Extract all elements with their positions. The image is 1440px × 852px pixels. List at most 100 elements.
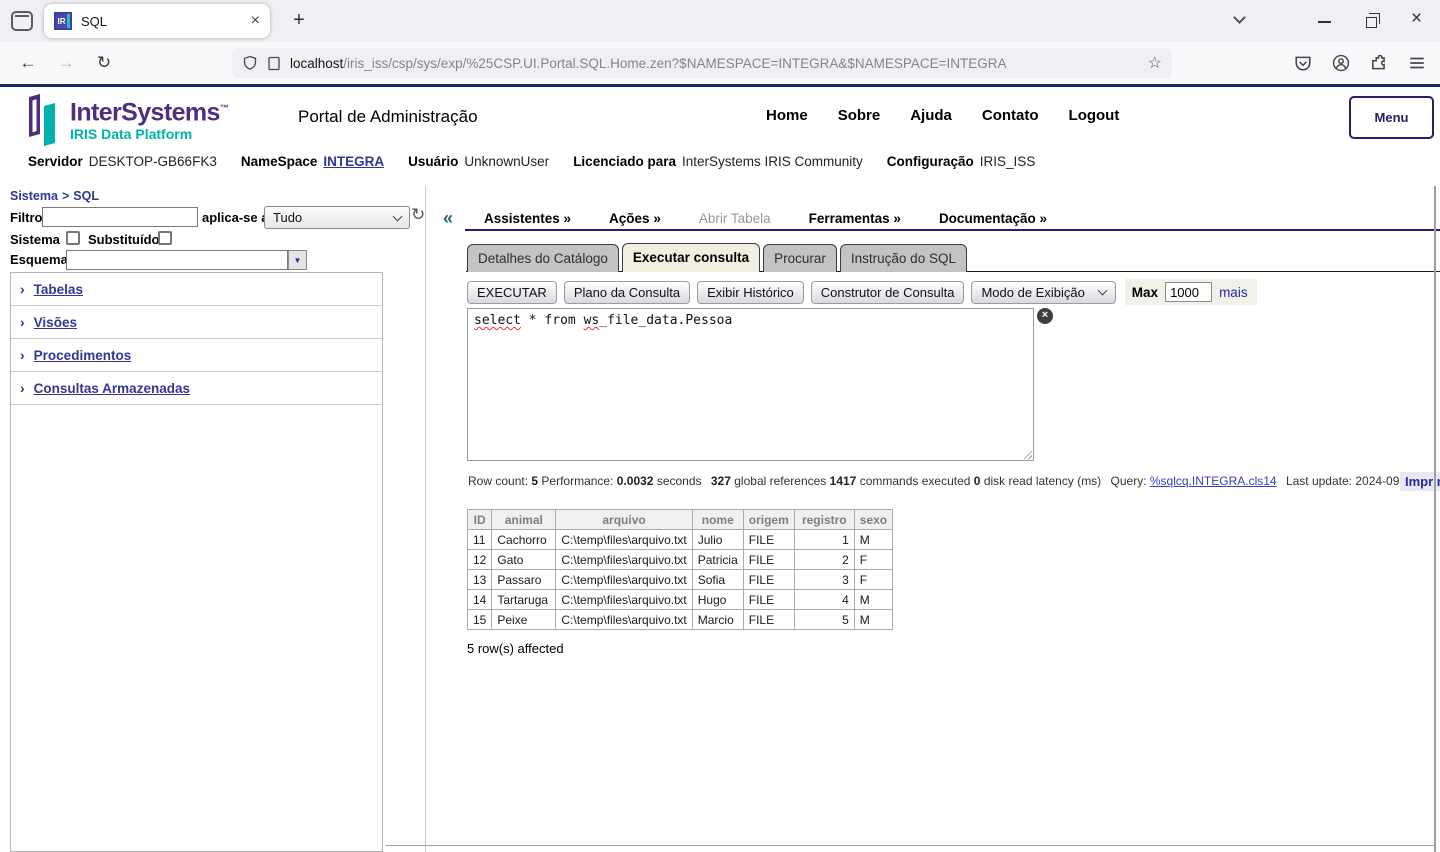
url-text: localhost/iris_iss/csp/sys/exp/%25CSP.UI… (290, 56, 1007, 71)
shield-icon[interactable] (242, 55, 258, 71)
browser-toolbar: ← → ↻ localhost/iris_iss/csp/sys/exp/%25… (0, 42, 1440, 84)
bookmark-star-icon[interactable]: ☆ (1148, 53, 1162, 73)
menu-a-es[interactable]: Ações » (609, 211, 661, 226)
pane-right-border (1434, 186, 1436, 852)
table-cell: C:\temp\files\arquivo.txt (556, 570, 692, 590)
esquema-label: Esquema (10, 252, 68, 267)
clear-query-icon[interactable]: × (1037, 308, 1053, 324)
info-label: NameSpace (241, 154, 318, 169)
nav-link-contato[interactable]: Contato (982, 107, 1039, 124)
results-header-row: IDanimalarquivonomeorigemregistrosexo (468, 510, 893, 530)
filter-input[interactable] (42, 207, 198, 227)
menu-ferramentas[interactable]: Ferramentas » (809, 211, 901, 226)
more-link[interactable]: mais (1219, 285, 1248, 300)
firefox-view-icon[interactable] (11, 11, 33, 31)
nav-link-logout[interactable]: Logout (1069, 107, 1120, 124)
esquema-input[interactable] (66, 250, 288, 270)
info-usu-rio: UsuárioUnknownUser (408, 153, 549, 171)
tab-procurar[interactable]: Procurar (763, 244, 837, 272)
menu-assistentes[interactable]: Assistentes » (484, 211, 571, 226)
table-cell: 1 (794, 530, 854, 550)
col-header-sexo: sexo (854, 510, 892, 530)
nav-link-sobre[interactable]: Sobre (838, 107, 881, 124)
window-close-button[interactable]: × (1411, 8, 1422, 30)
info-value[interactable]: INTEGRA (323, 154, 384, 169)
forward-button-icon: → (52, 49, 80, 77)
account-icon[interactable] (1332, 54, 1350, 72)
query-class-link[interactable]: %sqlcq.INTEGRA.cls14 (1150, 474, 1277, 488)
pocket-icon[interactable] (1294, 54, 1312, 72)
tab-detalhes-do-cat-logo[interactable]: Detalhes do Catálogo (467, 244, 619, 272)
sidebar-item-label[interactable]: Tabelas (34, 282, 83, 297)
sidebar-item-label[interactable]: Procedimentos (34, 348, 132, 363)
max-rows-input[interactable] (1165, 282, 1212, 302)
site-favicon-icon: IR (54, 12, 72, 30)
menu-button[interactable]: Menu (1349, 96, 1434, 139)
reload-button-icon[interactable]: ↻ (90, 49, 118, 77)
table-row: 12GatoC:\temp\files\arquivo.txtPatriciaF… (468, 550, 893, 570)
back-button-icon[interactable]: ← (14, 49, 42, 77)
window-restore-button[interactable] (1366, 17, 1377, 28)
extensions-puzzle-icon[interactable] (1370, 54, 1388, 72)
window-minimize-button[interactable] (1318, 21, 1331, 23)
display-mode-select[interactable]: Modo de Exibição (971, 281, 1115, 304)
menu-documenta-o[interactable]: Documentação » (939, 211, 1047, 226)
table-cell: FILE (743, 550, 794, 570)
stat-label: Performance: (541, 474, 613, 488)
breadcrumb-parent-link[interactable]: Sistema (10, 189, 58, 203)
construtor-de-consulta-button[interactable]: Construtor de Consulta (811, 281, 965, 304)
max-rows-group: Max mais (1125, 279, 1257, 305)
tab-executar-consulta[interactable]: Executar consulta (622, 243, 760, 272)
sidebar-item-procedimentos[interactable]: ›Procedimentos (11, 339, 382, 372)
brand-name: InterSystems (70, 98, 220, 126)
stat-value: 327 (711, 474, 731, 488)
tab-instru-o-do-sql[interactable]: Instrução do SQL (840, 244, 967, 272)
browser-tab[interactable]: IR SQL × (44, 4, 270, 38)
substituido-checkbox[interactable] (158, 231, 172, 245)
exibir-hist-rico-button[interactable]: Exibir Histórico (697, 281, 804, 304)
query-fragment: ws (584, 313, 600, 328)
sidebar-item-label[interactable]: Visões (34, 315, 77, 330)
server-info-bar: ServidorDESKTOP-GB66FK3NameSpaceINTEGRAU… (28, 153, 1035, 171)
new-tab-button[interactable]: + (285, 7, 313, 35)
esquema-dropdown-button[interactable]: ▼ (288, 250, 307, 270)
tab-close-icon[interactable]: × (251, 12, 260, 30)
table-cell: Hugo (692, 590, 743, 610)
sistema-checkbox[interactable] (66, 231, 80, 245)
table-cell: C:\temp\files\arquivo.txt (556, 550, 692, 570)
table-row: 13PassaroC:\temp\files\arquivo.txtSofiaF… (468, 570, 893, 590)
page-info-icon[interactable] (267, 56, 281, 71)
rows-affected-text: 5 row(s) affected (467, 641, 564, 656)
stat-label: seconds (657, 474, 702, 488)
chevron-right-icon: › (20, 380, 25, 396)
refresh-icon[interactable]: ↻ (411, 205, 425, 225)
applies-to-value: Tudo (273, 210, 302, 225)
table-cell: FILE (743, 610, 794, 630)
sidebar-item-label[interactable]: Consultas Armazenadas (34, 381, 190, 396)
nav-link-ajuda[interactable]: Ajuda (910, 107, 952, 124)
max-label: Max (1132, 285, 1158, 300)
stat-value: 5 (531, 474, 538, 488)
table-cell: C:\temp\files\arquivo.txt (556, 590, 692, 610)
list-all-tabs-icon[interactable] (1233, 11, 1246, 24)
sql-query-editor[interactable]: select * from ws_file_data.Pessoa (467, 308, 1034, 461)
executar-button[interactable]: EXECUTAR (467, 281, 557, 304)
collapse-pane-icon[interactable]: « (443, 208, 453, 229)
resize-handle[interactable] (1021, 448, 1032, 459)
sidebar-item-vis-es[interactable]: ›Visões (11, 306, 382, 339)
brand-subtitle: IRIS Data Platform (70, 126, 228, 142)
nav-link-home[interactable]: Home (766, 107, 808, 124)
table-cell: Marcio (692, 610, 743, 630)
applies-to-select[interactable]: Tudo (264, 206, 410, 229)
sidebar-item-consultas-armazenadas[interactable]: › Consultas Armazenadas (11, 372, 382, 405)
sidebar-item-tabelas[interactable]: ›Tabelas (11, 273, 382, 306)
address-bar[interactable]: localhost/iris_iss/csp/sys/exp/%25CSP.UI… (232, 48, 1172, 78)
menu-abrir-tabela: Abrir Tabela (699, 211, 771, 226)
plano-da-consulta-button[interactable]: Plano da Consulta (564, 281, 690, 304)
stat-value: 0.0032 (617, 474, 654, 488)
header-nav: Home Sobre Ajuda Contato Logout (766, 107, 1119, 124)
url-host: localhost (290, 56, 343, 71)
hamburger-menu-icon[interactable] (1408, 54, 1426, 72)
display-mode-value: Modo de Exibição (981, 285, 1084, 300)
query-stats: Row count: 5 Performance: 0.0032 seconds… (468, 474, 1440, 488)
